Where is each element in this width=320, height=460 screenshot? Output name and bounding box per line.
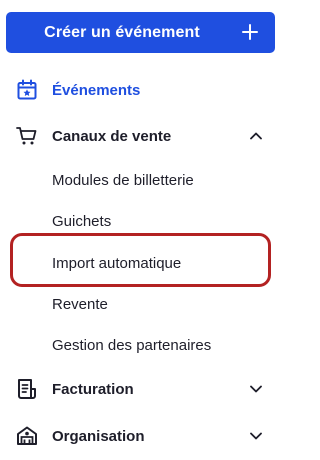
- chevron-down-icon: [250, 385, 262, 393]
- calendar-star-icon: [17, 79, 37, 100]
- create-event-label: Créer un événement: [44, 23, 200, 41]
- sub-item-auto-import[interactable]: Import automatique: [0, 248, 284, 278]
- nav-item-billing[interactable]: Facturation: [0, 372, 284, 406]
- sub-item-ticketing-modules[interactable]: Modules de billetterie: [0, 165, 284, 195]
- nav-label-sales-channels: Canaux de vente: [52, 127, 172, 145]
- nav-label-billing: Facturation: [52, 380, 134, 398]
- chevron-up-icon: [250, 132, 262, 140]
- sub-item-label: Import automatique: [52, 254, 182, 272]
- sub-item-label: Gestion des partenaires: [52, 336, 212, 354]
- invoice-icon: [18, 379, 36, 399]
- chevron-down-icon: [250, 432, 262, 440]
- cart-icon: [16, 127, 37, 145]
- nav-item-organisation[interactable]: Organisation: [0, 419, 284, 453]
- nav-label-events: Événements: [52, 81, 141, 99]
- create-event-button[interactable]: Créer un événement: [6, 12, 275, 53]
- sidebar-nav: Créer un événement Événements Canaux de …: [0, 0, 284, 460]
- sub-item-box-office[interactable]: Guichets: [0, 206, 284, 236]
- sub-item-label: Modules de billetterie: [52, 171, 194, 189]
- nav-item-sales-channels[interactable]: Canaux de vente: [0, 119, 284, 153]
- nav-label-organisation: Organisation: [52, 427, 145, 445]
- sub-item-partner-management[interactable]: Gestion des partenaires: [0, 330, 284, 360]
- sub-item-label: Revente: [52, 295, 108, 313]
- sub-item-label: Guichets: [52, 212, 112, 230]
- plus-icon: [242, 24, 258, 40]
- sub-item-resale[interactable]: Revente: [0, 289, 284, 319]
- building-icon: [17, 426, 37, 445]
- nav-item-events[interactable]: Événements: [0, 73, 284, 107]
